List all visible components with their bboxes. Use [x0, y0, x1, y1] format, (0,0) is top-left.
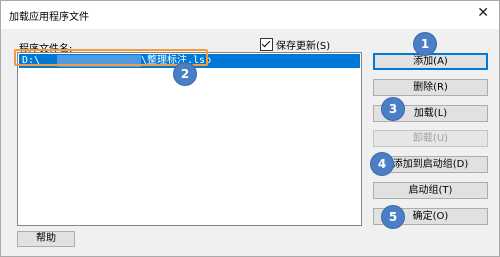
close-icon[interactable]: ✕ [477, 6, 489, 20]
step-badge-2: 2 [174, 63, 196, 85]
step-badge-5: 5 [382, 206, 404, 228]
checkbox-checked-icon[interactable] [260, 38, 273, 51]
add-button[interactable]: 添加(A) [373, 53, 488, 70]
step-badge-1: 1 [414, 33, 436, 55]
unload-button: 卸载(U) [373, 130, 488, 147]
help-button[interactable]: 帮助 [17, 231, 75, 247]
title-bar: 加载应用程序文件 ✕ [1, 1, 499, 29]
save-changes-label: 保存更新(S) [276, 41, 331, 52]
load-application-dialog: 加载应用程序文件 ✕ 程序文件名: 保存更新(S) D:\ \整理标注.lsp … [0, 0, 500, 257]
remove-button[interactable]: 删除(R) [373, 79, 488, 96]
step-badge-3: 3 [382, 98, 404, 120]
step-badge-4: 4 [371, 153, 393, 175]
startup-group-button[interactable]: 启动组(T) [373, 182, 488, 199]
window-title: 加载应用程序文件 [9, 12, 89, 23]
save-changes-checkbox[interactable]: 保存更新(S) [260, 37, 330, 52]
